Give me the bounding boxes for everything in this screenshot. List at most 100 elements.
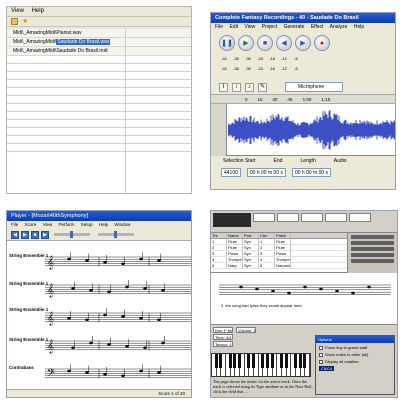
piano-black-key[interactable] [214, 354, 218, 368]
key-field[interactable]: Key: F Major [213, 327, 233, 333]
selection-end-field[interactable]: 00 h 00 m 00 s [291, 167, 332, 177]
piano-black-key[interactable] [298, 354, 302, 368]
rewind-icon[interactable]: ◀ [11, 230, 19, 239]
key-field[interactable] [325, 213, 347, 222]
track-header[interactable] [211, 104, 227, 156]
piano-black-key[interactable] [233, 354, 237, 368]
playback-meter[interactable]: -42 -36 -30 -24 -18 -12 -6 [219, 56, 395, 64]
list-item-selected[interactable]: Midi\_AmazingMidi\Saudade Do Brasil.wav [7, 38, 191, 47]
volume-slider[interactable] [98, 231, 134, 238]
piano-black-key[interactable] [266, 354, 270, 368]
skip-start-button[interactable]: ◀ [276, 35, 292, 51]
piano-black-key[interactable] [284, 354, 288, 368]
score-view[interactable]: 𝄞 𝄞 𝄞 𝄞 𝄢 String Ensemble 1 String Ensemble … [7, 241, 191, 387]
length-label[interactable]: Length [300, 156, 315, 166]
list-item[interactable]: Midi\_AmazingMidi\Saudade Do Brasil.mid [7, 47, 191, 56]
waveform[interactable] [228, 104, 396, 156]
stop-button[interactable]: ■ [257, 35, 273, 51]
timeline-ruler[interactable]: 0 15 30 45 1:00 1:15 [211, 94, 395, 104]
star-icon[interactable]: ★ [22, 18, 28, 25]
end-label[interactable]: End [274, 156, 283, 166]
piano-black-key[interactable] [294, 354, 298, 368]
folder-icon[interactable] [11, 18, 18, 25]
notation-view[interactable]: 2. the song had lyrics they would appear… [211, 273, 397, 325]
piano-black-key[interactable] [280, 354, 284, 368]
menu-view[interactable]: View [244, 24, 255, 30]
piano-black-key[interactable] [238, 354, 242, 368]
menu-analyze[interactable]: Analyze [330, 24, 348, 30]
menu-score[interactable]: Score [25, 222, 37, 227]
column-header[interactable]: Port [243, 233, 259, 238]
slider-thumb[interactable] [70, 231, 73, 238]
slider-thumb[interactable] [114, 231, 117, 238]
rate-select[interactable]: 44100 [221, 167, 241, 177]
pause-button[interactable]: ❚❚ [219, 35, 235, 51]
time-field[interactable]: Time: 4/4 [213, 334, 233, 340]
note-head [157, 318, 161, 322]
record-button[interactable]: ● [314, 35, 330, 51]
checkbox[interactable] [319, 345, 323, 350]
piano-keyboard[interactable] [211, 353, 311, 377]
tempo-slider[interactable] [54, 231, 90, 238]
dialog-row[interactable]: C5/C4 [316, 366, 394, 371]
play-button[interactable]: ▶ [238, 35, 254, 51]
dialog-row[interactable]: Show notes to other (all) [316, 352, 394, 357]
menu-perform[interactable]: Perform [59, 222, 75, 227]
menu-file[interactable]: File [11, 222, 18, 227]
position-field[interactable] [253, 213, 275, 222]
column-header[interactable]: Name [227, 233, 243, 238]
menu-edit[interactable]: Edit [229, 24, 238, 30]
meter-field[interactable] [301, 213, 323, 222]
menu-view[interactable]: View [11, 8, 24, 14]
snap-field[interactable] [349, 213, 371, 222]
envelope-tool-icon[interactable]: ↕ [232, 82, 241, 92]
column-header[interactable]: Chn [259, 233, 275, 238]
piano-black-key[interactable] [219, 354, 223, 368]
staff-label: String Ensemble 1 [9, 253, 49, 258]
piano-black-key[interactable] [261, 354, 265, 368]
note-head [67, 257, 71, 261]
checkbox[interactable] [319, 359, 323, 364]
menu-help[interactable]: Help [99, 222, 108, 227]
menu-project[interactable]: Project [262, 24, 278, 30]
piano-black-key[interactable] [228, 354, 232, 368]
menu-generate[interactable]: Generate [284, 24, 305, 30]
menu-file[interactable]: File [215, 24, 223, 30]
tempo-field[interactable] [277, 213, 299, 222]
column-header[interactable]: Trk [211, 233, 227, 238]
menu-view[interactable]: View [43, 222, 53, 227]
dialog-row[interactable]: Display all notation [316, 359, 394, 364]
menu-help[interactable]: Help [32, 8, 44, 14]
piano-black-key[interactable] [252, 354, 256, 368]
menu-setup[interactable]: Setup [81, 222, 93, 227]
volume-field[interactable]: Volume: 100 [236, 327, 256, 333]
menu-window[interactable]: Window [114, 222, 130, 227]
forward-icon[interactable]: ▶ [41, 230, 49, 239]
meter-tick: -18 [269, 56, 275, 61]
menu-help[interactable]: Help [354, 24, 364, 30]
track-overview[interactable] [347, 233, 397, 273]
audio-track[interactable] [211, 104, 395, 156]
dialog-select[interactable]: C5/C4 [319, 366, 335, 371]
microphone-icon[interactable]: ✎ [258, 82, 267, 92]
piano-black-key[interactable] [270, 354, 274, 368]
list-item[interactable]: Midi\_AmazingMidi\Pianist.wav [7, 29, 191, 38]
selection-start-field[interactable]: 00 h 00 m 00 s [246, 167, 286, 177]
record-meter[interactable]: -42 -36 -30 -24 -18 -12 -6 [219, 66, 395, 74]
speaker-icon[interactable]: ♪ [245, 82, 254, 92]
empty-row [7, 72, 191, 80]
column-header[interactable]: Patch [275, 233, 291, 238]
track-bar [351, 259, 394, 263]
select-tool-icon[interactable]: I [219, 82, 228, 92]
dialog-row[interactable]: Force tiny to grand staff [316, 345, 394, 350]
checkbox[interactable] [319, 352, 323, 357]
tempo-field[interactable]: Tempo: 120 [213, 341, 233, 347]
stop-icon[interactable]: ■ [31, 230, 39, 239]
input-device-select[interactable]: Microphone [285, 82, 343, 92]
menu-effect[interactable]: Effect [311, 24, 324, 30]
play-icon[interactable]: ▶ [21, 230, 29, 239]
skip-end-button[interactable]: ▶ [295, 35, 311, 51]
window-title: Player - [Mozart40thSymphony] [7, 211, 191, 221]
piano-black-key[interactable] [247, 354, 251, 368]
piano-black-key[interactable] [303, 354, 307, 368]
